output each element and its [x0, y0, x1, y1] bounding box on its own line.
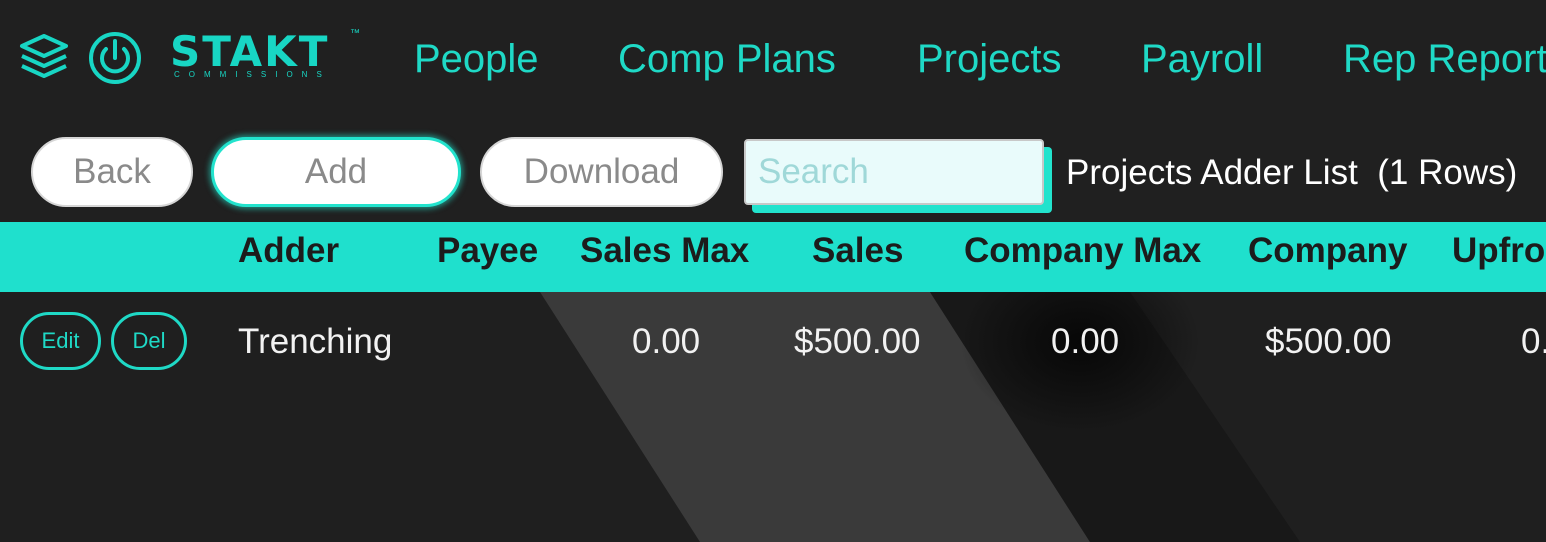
- edit-button[interactable]: Edit: [20, 312, 101, 370]
- cell-upfront: 0.: [1521, 322, 1546, 361]
- nav-projects[interactable]: Projects: [917, 34, 1062, 84]
- brand-trademark: ™: [350, 28, 360, 39]
- column-header-adder[interactable]: Adder: [238, 222, 339, 292]
- power-icon[interactable]: [88, 31, 142, 85]
- nav-rep-report[interactable]: Rep Report: [1343, 34, 1546, 84]
- column-header-sales-max[interactable]: Sales Max: [580, 222, 749, 292]
- nav-comp-plans[interactable]: Comp Plans: [618, 34, 836, 84]
- nav-payroll[interactable]: Payroll: [1141, 34, 1263, 84]
- brand-tagline: COMMISSIONS: [174, 70, 331, 79]
- add-button[interactable]: Add: [211, 137, 461, 207]
- cell-sales-max: 0.00: [632, 322, 701, 361]
- column-header-upfront[interactable]: Upfro: [1452, 222, 1545, 292]
- nav-people[interactable]: People: [414, 34, 539, 84]
- column-header-company-max[interactable]: Company Max: [964, 222, 1201, 292]
- brand-logo[interactable]: STAKT ™ COMMISSIONS: [170, 28, 360, 84]
- layers-icon: [18, 32, 70, 84]
- search-input[interactable]: [744, 139, 1044, 205]
- cell-sales: $500.00: [794, 322, 921, 361]
- brand-name: STAKT: [170, 27, 330, 76]
- column-header-sales[interactable]: Sales: [812, 222, 903, 292]
- cell-company-max: 0.00: [1051, 322, 1120, 361]
- cell-company: $500.00: [1265, 322, 1392, 361]
- list-title: Projects Adder List (1 Rows): [1066, 153, 1518, 192]
- top-nav: STAKT ™ COMMISSIONS People Comp Plans Pr…: [0, 0, 1546, 118]
- page: STAKT ™ COMMISSIONS People Comp Plans Pr…: [0, 0, 1546, 542]
- column-header-company[interactable]: Company: [1248, 222, 1407, 292]
- search-box: [744, 139, 1052, 213]
- back-button[interactable]: Back: [31, 137, 193, 207]
- table-header: Adder Payee Sales Max Sales Company Max …: [0, 222, 1546, 292]
- cell-adder: Trenching: [238, 322, 393, 361]
- download-button[interactable]: Download: [480, 137, 723, 207]
- column-header-payee[interactable]: Payee: [437, 222, 538, 292]
- delete-button[interactable]: Del: [111, 312, 187, 370]
- table-row: Edit Del Trenching 0.00 $500.00 0.00 $50…: [0, 292, 1546, 392]
